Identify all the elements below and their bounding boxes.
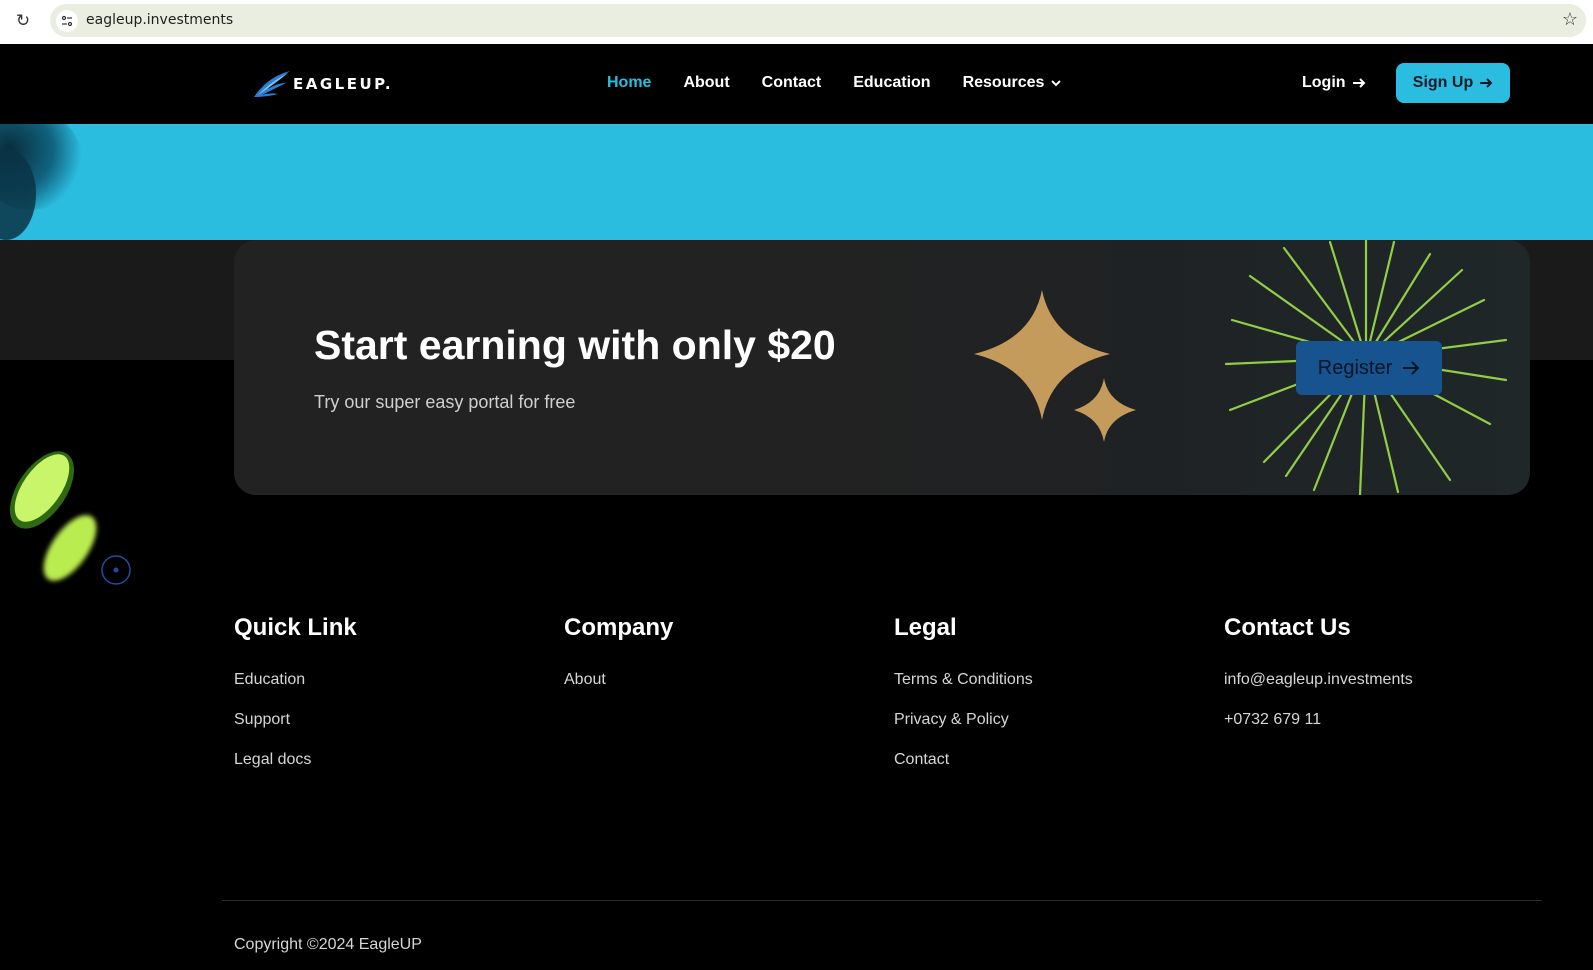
decorative-shape [0,124,82,240]
nav-education[interactable]: Education [853,74,930,92]
footer-link-education[interactable]: Education [234,670,357,710]
footer-link-about[interactable]: About [564,670,673,710]
site-header: EAGLEUP. Home About Contact Education Re… [0,44,1593,124]
register-button[interactable]: Register [1296,341,1442,395]
arrow-right-icon [1352,78,1365,88]
footer-phone[interactable]: +0732 679 11 [1224,710,1413,750]
footer-link-contact[interactable]: Contact [894,750,1033,790]
site-info-icon[interactable] [56,10,78,32]
login-label: Login [1302,74,1346,91]
footer-col-contact-us: Contact Us info@eagleup.investments +073… [1224,614,1413,750]
chevron-down-icon [1051,80,1062,87]
footer-link-terms[interactable]: Terms & Conditions [894,670,1033,710]
decorative-shapes [10,451,131,585]
arrow-right-icon [1480,78,1493,88]
signup-button[interactable]: Sign Up [1396,63,1510,103]
footer-col-legal: Legal Terms & Conditions Privacy & Polic… [894,614,1033,790]
cta-card: Start earning with only $20 Try our supe… [234,240,1530,495]
nav-home[interactable]: Home [607,74,651,92]
register-label: Register [1317,356,1393,379]
sparkle-icon [974,290,1110,420]
arrow-right-icon [1403,361,1420,375]
logo[interactable]: EAGLEUP. [252,66,393,102]
eagle-logo-icon [254,71,290,97]
footer-title: Legal [894,614,957,641]
signup-label: Sign Up [1412,74,1474,91]
footer-link-legal-docs[interactable]: Legal docs [234,750,357,790]
footer-title: Company [564,614,674,641]
footer-link-privacy[interactable]: Privacy & Policy [894,710,1033,750]
footer-email[interactable]: info@eagleup.investments [1224,670,1413,710]
browser-toolbar: ↻ eagleup.investments ☆ [0,0,1593,44]
url-text[interactable]: eagleup.investments [86,12,233,28]
footer-link-support[interactable]: Support [234,710,357,750]
footer-title: Contact Us [1224,614,1351,641]
footer-divider [222,900,1542,901]
nav-resources-label: Resources [962,74,1045,91]
footer-col-quick-link: Quick Link Education Support Legal docs [234,614,357,790]
login-link[interactable]: Login [1302,74,1366,92]
nav-resources[interactable]: Resources [963,74,1064,92]
hero-band [0,124,1593,240]
footer-col-company: Company About [564,614,673,710]
cta-title: Start earning with only $20 [314,322,836,368]
footer-title: Quick Link [234,614,357,641]
cta-subtitle: Try our super easy portal for free [314,392,576,412]
main-nav: Home About Contact Education Resources [607,74,1095,92]
star-icon[interactable]: ☆ [1562,9,1578,30]
address-bar[interactable]: eagleup.investments ☆ [50,4,1586,37]
nav-contact[interactable]: Contact [762,74,822,92]
sparkle-icon [1074,378,1136,442]
copyright: Copyright ©2024 EagleUP [234,936,422,953]
nav-about[interactable]: About [683,74,729,92]
reload-icon[interactable]: ↻ [12,10,34,32]
logo-text: EAGLEUP. [293,75,394,93]
